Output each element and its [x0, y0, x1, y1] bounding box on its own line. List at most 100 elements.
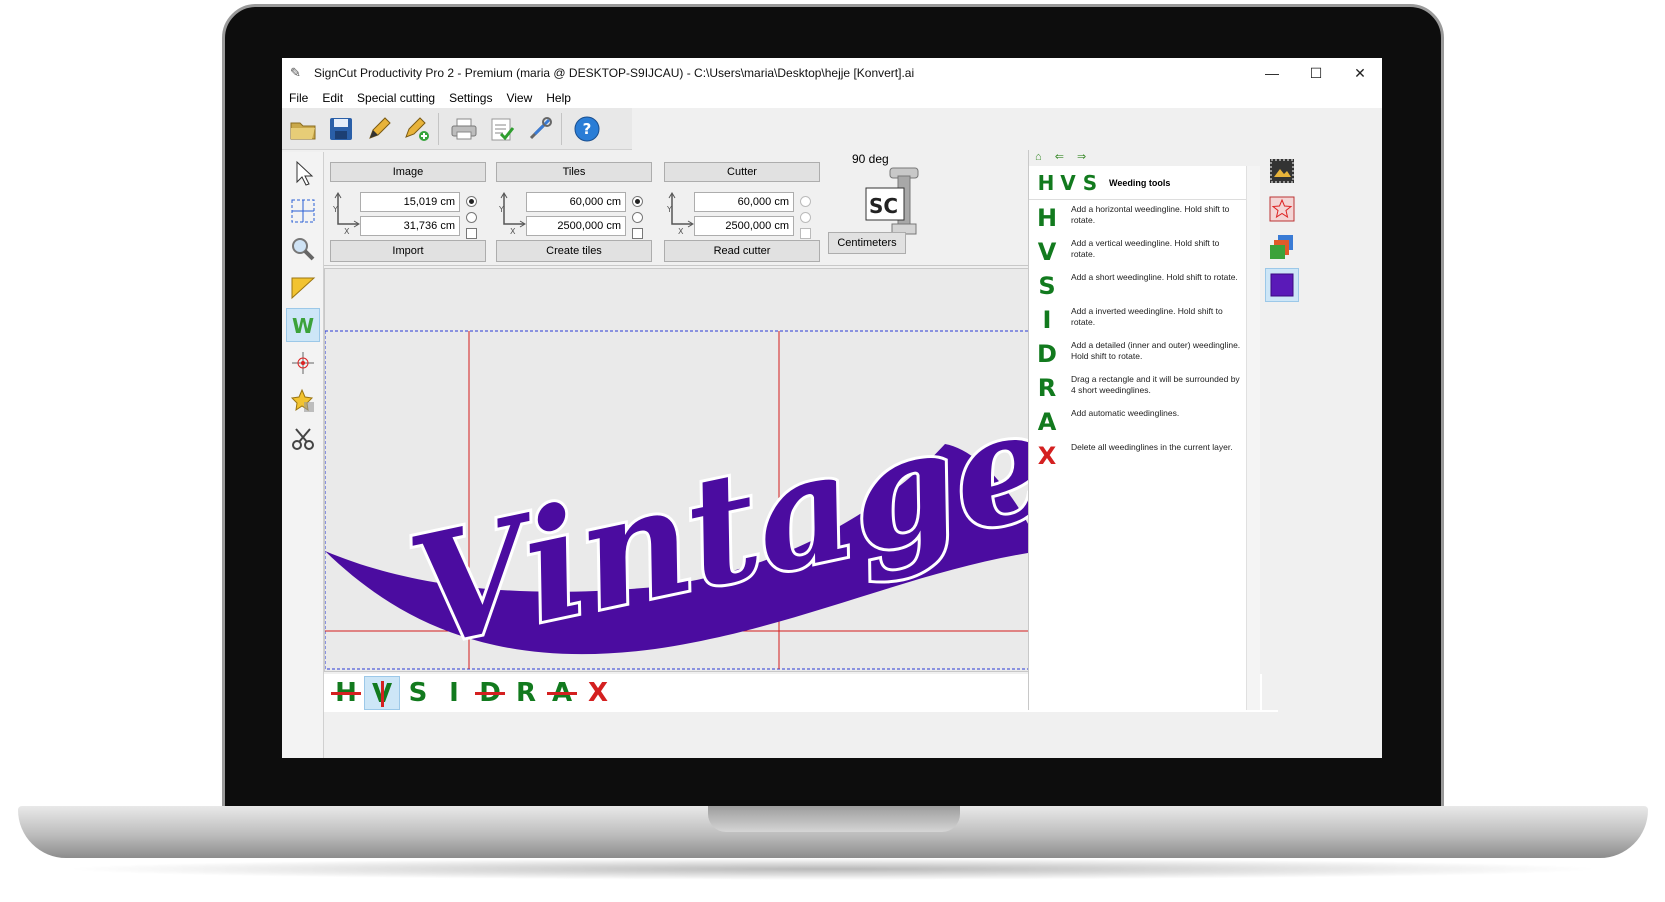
svg-text:Y: Y — [332, 205, 338, 214]
image-radio-1[interactable] — [466, 196, 477, 207]
help-letter: X — [1037, 442, 1057, 470]
weed-short-button[interactable]: S — [400, 676, 436, 710]
svg-text:?: ? — [583, 120, 592, 138]
trace-image-button[interactable] — [1265, 154, 1299, 188]
back-arrow-icon[interactable]: ⇐ — [1055, 151, 1064, 163]
svg-text:Y: Y — [498, 205, 504, 214]
tiles-radio-1[interactable] — [632, 196, 643, 207]
add-draw-button[interactable] — [400, 112, 434, 146]
star-outline-icon — [1269, 196, 1295, 222]
help-letter: A — [1037, 408, 1057, 436]
help-text: Drag a rectangle and it will be surround… — [1071, 374, 1240, 395]
open-folder-button[interactable] — [286, 112, 320, 146]
help-nav: ⌂ ⇐ ⇒ — [1029, 150, 1260, 166]
tools-button[interactable] — [523, 112, 557, 146]
cutter-width-field[interactable]: 60,000 cm — [694, 192, 794, 212]
weeding-tools-title: Weeding tools — [1109, 177, 1171, 188]
menu-help[interactable]: Help — [539, 88, 578, 108]
menu-bar: File Edit Special cutting Settings View … — [282, 88, 1382, 108]
rotation-label: 90 deg — [852, 152, 889, 166]
tiles-width-field[interactable]: 60,000 cm — [526, 192, 626, 212]
axis-icon: YX — [332, 192, 360, 236]
cutter-radio-1[interactable] — [800, 196, 811, 207]
print-button[interactable] — [447, 112, 481, 146]
svg-text:X: X — [678, 227, 684, 236]
wrench-screwdriver-icon — [529, 116, 552, 139]
help-text: Delete all weedinglines in the current l… — [1071, 442, 1233, 452]
help-row-vertical: V Add a vertical weedingline. Hold shift… — [1029, 234, 1260, 268]
image-lock-checkbox[interactable] — [466, 228, 477, 239]
weed-detailed-button[interactable]: D — [472, 676, 508, 710]
weed-automatic-button[interactable]: A — [544, 676, 580, 710]
help-icon: ? — [574, 116, 600, 141]
draw-button[interactable] — [362, 112, 396, 146]
forward-arrow-icon[interactable]: ⇒ — [1077, 151, 1086, 163]
read-cutter-button[interactable]: Read cutter — [664, 240, 820, 262]
shape-button[interactable] — [1265, 192, 1299, 226]
help-letter: R — [1037, 374, 1057, 402]
crosshair-tool[interactable] — [286, 346, 320, 380]
create-tiles-button[interactable]: Create tiles — [496, 240, 652, 262]
cut-tool[interactable] — [286, 422, 320, 456]
help-text: Add a inverted weedingline. Hold shift t… — [1071, 306, 1223, 327]
help-button[interactable]: ? — [570, 112, 604, 146]
weed-delete-label: X — [587, 678, 609, 708]
grid-tool[interactable] — [286, 194, 320, 228]
measure-tool[interactable] — [286, 270, 320, 304]
menu-view[interactable]: View — [499, 88, 539, 108]
toolbar-separator — [438, 112, 439, 145]
folder-icon — [290, 122, 316, 139]
help-row-horizontal: H Add a horizontal weedingline. Hold shi… — [1029, 200, 1260, 234]
header-letter-v: V — [1060, 170, 1076, 195]
pencil-plus-icon — [405, 116, 429, 141]
image-width-field[interactable]: 15,019 cm — [360, 192, 460, 212]
header-letter-s: S — [1082, 170, 1098, 195]
design-canvas[interactable]: Vintage — [324, 268, 1042, 672]
red-line-mark — [331, 692, 361, 695]
right-toolbar — [1262, 150, 1302, 710]
image-trace-icon — [1270, 159, 1294, 183]
image-group-title: Image — [330, 162, 486, 182]
help-row-short: S Add a short weedingline. Hold shift to… — [1029, 268, 1260, 302]
weeding-tool[interactable]: W — [286, 308, 320, 342]
save-button[interactable] — [324, 112, 358, 146]
zoom-tool[interactable] — [286, 232, 320, 266]
minimize-button[interactable]: — — [1250, 65, 1294, 81]
purple-swatch-icon — [1270, 273, 1294, 297]
checklist-button[interactable] — [485, 112, 519, 146]
image-height-field[interactable]: 31,736 cm — [360, 216, 460, 236]
tiles-radio-2[interactable] — [632, 212, 643, 223]
menu-file[interactable]: File — [282, 88, 315, 108]
star-trace-tool[interactable] — [286, 384, 320, 418]
help-scrollbar[interactable] — [1246, 166, 1260, 710]
menu-settings[interactable]: Settings — [442, 88, 499, 108]
magnifier-icon — [292, 238, 315, 261]
import-button[interactable]: Import — [330, 240, 486, 262]
scissors-icon — [292, 428, 314, 450]
weed-horizontal-button[interactable]: H — [328, 676, 364, 710]
help-text: Add automatic weedinglines. — [1071, 408, 1180, 418]
home-icon[interactable]: ⌂ — [1035, 151, 1042, 163]
weed-vertical-button[interactable]: V — [364, 676, 400, 710]
menu-special-cutting[interactable]: Special cutting — [350, 88, 442, 108]
units-button[interactable]: Centimeters — [828, 232, 906, 254]
weed-delete-button[interactable]: X — [580, 676, 616, 710]
cutter-lock-checkbox[interactable] — [800, 228, 811, 239]
close-button[interactable]: ✕ — [1338, 65, 1382, 82]
weed-inverted-button[interactable]: I — [436, 676, 472, 710]
weed-rectangle-button[interactable]: R — [508, 676, 544, 710]
tiles-lock-checkbox[interactable] — [632, 228, 643, 239]
color-layer-button[interactable] — [1265, 268, 1299, 302]
signcut-logo-icon[interactable]: SC — [864, 166, 924, 238]
select-tool[interactable] — [286, 156, 320, 190]
tiles-height-field[interactable]: 2500,000 cm — [526, 216, 626, 236]
menu-edit[interactable]: Edit — [315, 88, 350, 108]
weed-inverted-label: I — [449, 678, 459, 708]
image-radio-2[interactable] — [466, 212, 477, 223]
maximize-button[interactable]: ☐ — [1294, 65, 1338, 82]
title-bar: ✎ SignCut Productivity Pro 2 - Premium (… — [282, 58, 1382, 88]
layers-button[interactable] — [1265, 230, 1299, 264]
cutter-radio-2[interactable] — [800, 212, 811, 223]
cutter-height-field[interactable]: 2500,000 cm — [694, 216, 794, 236]
header-letter-h: H — [1037, 170, 1055, 195]
